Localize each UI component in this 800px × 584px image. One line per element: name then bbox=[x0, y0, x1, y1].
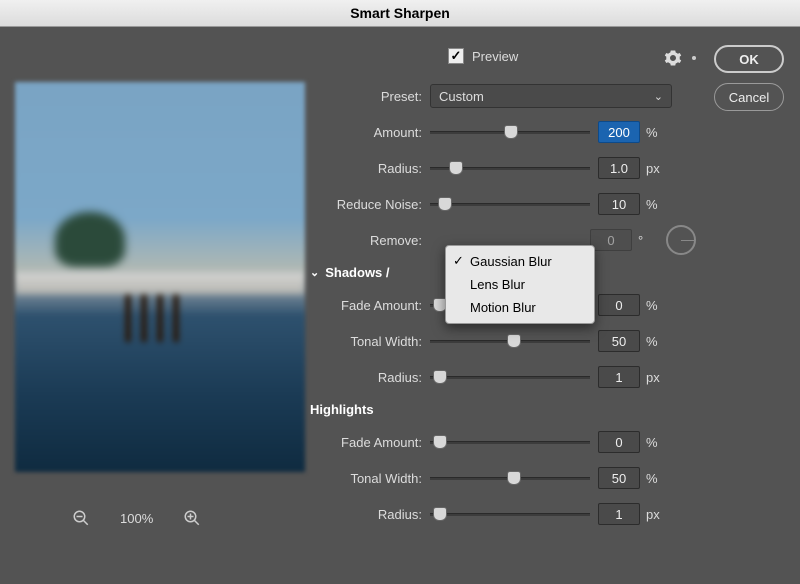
reduce-noise-label: Reduce Noise: bbox=[310, 197, 430, 212]
amount-input[interactable]: 200 bbox=[598, 121, 640, 143]
hl-tonal-input[interactable]: 50 bbox=[598, 467, 640, 489]
hl-tonal-slider[interactable] bbox=[430, 469, 590, 487]
settings-icon[interactable] bbox=[664, 49, 682, 67]
hl-tonal-label: Tonal Width: bbox=[310, 471, 430, 486]
caret-down-icon: ⌄ bbox=[310, 266, 319, 279]
title-bar: Smart Sharpen bbox=[0, 0, 800, 27]
preset-value: Custom bbox=[439, 89, 484, 104]
hl-radius-label: Radius: bbox=[310, 507, 430, 522]
shadow-radius-label: Radius: bbox=[310, 370, 430, 385]
amount-unit: % bbox=[640, 125, 664, 140]
reduce-noise-thumb[interactable] bbox=[438, 197, 452, 211]
highlights-header: Highlights bbox=[310, 402, 696, 417]
radius-thumb[interactable] bbox=[449, 161, 463, 175]
shadow-radius-thumb[interactable] bbox=[433, 370, 447, 384]
ok-button[interactable]: OK bbox=[714, 45, 784, 73]
chevron-down-icon: ⌄ bbox=[654, 90, 663, 103]
shadow-radius-slider[interactable] bbox=[430, 368, 590, 386]
remove-dropdown-menu[interactable]: Gaussian Blur Lens Blur Motion Blur bbox=[445, 245, 595, 324]
remove-option-motion[interactable]: Motion Blur bbox=[446, 296, 594, 319]
radius-slider[interactable] bbox=[430, 159, 590, 177]
reduce-noise-slider[interactable] bbox=[430, 195, 590, 213]
shadow-tonal-label: Tonal Width: bbox=[310, 334, 430, 349]
remove-option-gaussian[interactable]: Gaussian Blur bbox=[446, 250, 594, 273]
reduce-noise-unit: % bbox=[640, 197, 664, 212]
preset-label: Preset: bbox=[310, 89, 430, 104]
shadow-tonal-slider[interactable] bbox=[430, 332, 590, 350]
window-title: Smart Sharpen bbox=[350, 5, 450, 21]
radius-unit: px bbox=[640, 161, 664, 176]
amount-label: Amount: bbox=[310, 125, 430, 140]
hl-fade-thumb[interactable] bbox=[433, 435, 447, 449]
remove-angle-unit: ° bbox=[632, 233, 656, 248]
shadow-tonal-input[interactable]: 50 bbox=[598, 330, 640, 352]
preview-panel: 100% bbox=[0, 27, 310, 583]
remove-angle-input[interactable]: 0 bbox=[590, 229, 632, 251]
radius-input[interactable]: 1.0 bbox=[598, 157, 640, 179]
radius-label: Radius: bbox=[310, 161, 430, 176]
menu-dot-icon bbox=[692, 56, 696, 60]
preview-label: Preview bbox=[472, 49, 518, 64]
hl-radius-thumb[interactable] bbox=[433, 507, 447, 521]
zoom-in-button[interactable] bbox=[181, 507, 203, 529]
angle-dial[interactable] bbox=[666, 225, 696, 255]
shadow-fade-input[interactable]: 0 bbox=[598, 294, 640, 316]
zoom-level: 100% bbox=[120, 511, 153, 526]
shadow-radius-input[interactable]: 1 bbox=[598, 366, 640, 388]
amount-slider[interactable] bbox=[430, 123, 590, 141]
remove-option-lens[interactable]: Lens Blur bbox=[446, 273, 594, 296]
hl-fade-slider[interactable] bbox=[430, 433, 590, 451]
preset-select[interactable]: Custom ⌄ bbox=[430, 84, 672, 108]
hl-radius-slider[interactable] bbox=[430, 505, 590, 523]
cancel-button[interactable]: Cancel bbox=[714, 83, 784, 111]
remove-label: Remove: bbox=[310, 233, 430, 248]
hl-fade-label: Fade Amount: bbox=[310, 435, 430, 450]
hl-radius-input[interactable]: 1 bbox=[598, 503, 640, 525]
amount-thumb[interactable] bbox=[504, 125, 518, 139]
shadow-tonal-thumb[interactable] bbox=[507, 334, 521, 348]
dialog-buttons: OK Cancel bbox=[710, 27, 800, 583]
zoom-out-button[interactable] bbox=[70, 507, 92, 529]
reduce-noise-input[interactable]: 10 bbox=[598, 193, 640, 215]
preview-image bbox=[15, 82, 305, 472]
hl-tonal-thumb[interactable] bbox=[507, 471, 521, 485]
preview-checkbox[interactable]: ✓ bbox=[448, 48, 464, 64]
shadow-fade-label: Fade Amount: bbox=[310, 298, 430, 313]
hl-fade-input[interactable]: 0 bbox=[598, 431, 640, 453]
